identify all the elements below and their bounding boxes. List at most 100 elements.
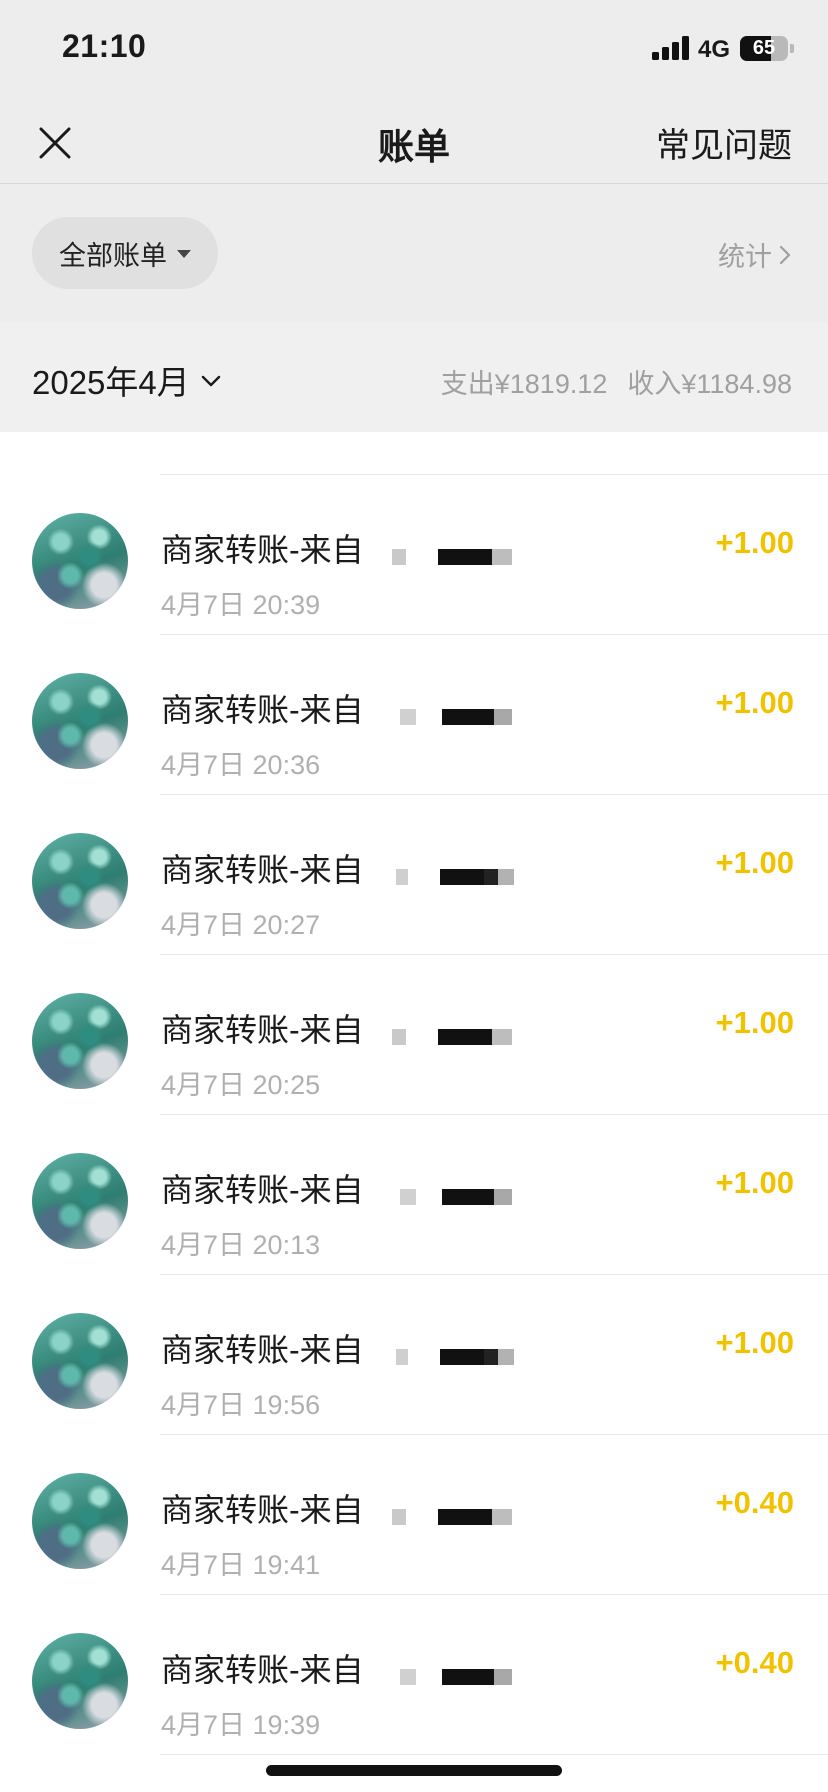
list-item[interactable]: 商家转账-来自 4月7日 20:39 +1.00 — [0, 475, 828, 635]
redacted-name-mosaic — [392, 525, 562, 569]
transaction-title: 商家转账-来自 — [161, 1012, 364, 1048]
avatar — [32, 1313, 128, 1409]
transaction-amount: +1.00 — [715, 685, 794, 720]
signal-icon — [652, 36, 692, 60]
mosaic-block — [484, 709, 494, 725]
avatar — [32, 513, 128, 609]
mosaic-block — [484, 1189, 494, 1205]
mosaic-block — [396, 869, 408, 885]
mosaic-block — [478, 1029, 492, 1045]
home-indicator[interactable] — [266, 1765, 562, 1776]
list-item[interactable]: 商家转账-来自 4月7日 20:25 +1.00 — [0, 955, 828, 1115]
battery-level: 65 — [752, 37, 776, 59]
transaction-amount: +1.00 — [715, 1165, 794, 1200]
avatar — [32, 993, 128, 1089]
mosaic-block — [400, 1189, 416, 1205]
month-summary-bar: 2025年4月 支出¥1819.12 收入¥1184.98 — [0, 322, 828, 432]
mosaic-block — [492, 1029, 512, 1045]
status-bar: 21:10 4G 65 — [0, 0, 828, 100]
transaction-time: 4月7日 20:13 — [161, 1230, 321, 1260]
transaction-time: 4月7日 19:56 — [161, 1390, 321, 1420]
mosaic-block — [494, 709, 512, 725]
close-icon[interactable] — [32, 120, 78, 166]
bill-screen: 21:10 4G 65 账单 常见问题 全部账单 统计 2025年4月 支出¥1… — [0, 0, 828, 1792]
bill-filter-label: 全部账单 — [59, 240, 167, 271]
mosaic-block — [438, 1509, 478, 1525]
avatar — [32, 673, 128, 769]
list-item[interactable]: 商家转账-来自 4月7日 20:36 +1.00 — [0, 635, 828, 795]
redacted-name-mosaic — [392, 1165, 562, 1209]
month-totals: 支出¥1819.12 收入¥1184.98 — [441, 362, 792, 401]
transaction-list: 商家转账-来自 4月7日 20:39 +1.00 商家转账-来自 4月7日 20… — [0, 267, 828, 1755]
transaction-title: 商家转账-来自 — [161, 532, 364, 568]
mosaic-block — [438, 1029, 478, 1045]
mosaic-block — [400, 1669, 416, 1685]
mosaic-block — [484, 1349, 498, 1365]
avatar — [32, 1153, 128, 1249]
income-total: 收入¥1184.98 — [627, 369, 792, 399]
avatar — [32, 833, 128, 929]
mosaic-block — [438, 549, 478, 565]
redacted-name-mosaic — [392, 1005, 562, 1049]
transaction-time: 4月7日 20:39 — [161, 590, 321, 620]
month-selector[interactable]: 2025年4月 — [32, 356, 222, 404]
mosaic-block — [494, 1669, 512, 1685]
transaction-time: 4月7日 20:27 — [161, 910, 321, 940]
mosaic-block — [494, 1189, 512, 1205]
faq-link[interactable]: 常见问题 — [656, 118, 792, 167]
expense-total: 支出¥1819.12 — [440, 369, 608, 399]
redacted-name-mosaic — [392, 1325, 562, 1369]
mosaic-block — [440, 1349, 484, 1365]
redacted-name-mosaic — [392, 1485, 562, 1529]
mosaic-block — [400, 709, 416, 725]
transaction-title: 商家转账-来自 — [161, 852, 364, 888]
transaction-time: 4月7日 20:25 — [161, 1070, 321, 1100]
mosaic-block — [442, 709, 484, 725]
mosaic-block — [396, 1349, 408, 1365]
list-item[interactable]: 商家转账-来自 4月7日 19:39 +0.40 — [0, 1595, 828, 1755]
transaction-title: 商家转账-来自 — [161, 1172, 364, 1208]
redacted-name-mosaic — [392, 1645, 562, 1689]
mosaic-block — [478, 1509, 492, 1525]
bill-filter-dropdown[interactable]: 全部账单 — [32, 217, 218, 289]
caret-down-icon — [177, 250, 191, 258]
nav-bar: 账单 常见问题 — [0, 100, 828, 184]
status-time: 21:10 — [62, 28, 147, 64]
mosaic-block — [442, 1189, 484, 1205]
list-item[interactable]: 商家转账-来自 4月7日 20:13 +1.00 — [0, 1115, 828, 1275]
chevron-down-icon — [201, 375, 220, 387]
mosaic-block — [440, 869, 484, 885]
transaction-amount: +0.40 — [715, 1485, 794, 1520]
transaction-time: 4月7日 20:36 — [161, 750, 321, 780]
mosaic-block — [492, 1509, 512, 1525]
mosaic-block — [498, 869, 514, 885]
mosaic-block — [392, 1029, 406, 1045]
battery-nub — [790, 44, 794, 53]
stats-label: 统计 — [718, 242, 772, 272]
avatar — [32, 1473, 128, 1569]
filter-row: 全部账单 统计 — [0, 185, 828, 320]
transaction-time: 4月7日 19:41 — [161, 1550, 321, 1580]
transaction-amount: +1.00 — [715, 1005, 794, 1040]
mosaic-block — [484, 869, 498, 885]
transaction-title: 商家转账-来自 — [161, 1332, 364, 1368]
transaction-amount: +0.40 — [715, 1645, 794, 1680]
list-item[interactable]: 商家转账-来自 4月7日 19:56 +1.00 — [0, 1275, 828, 1435]
transaction-title: 商家转账-来自 — [161, 692, 364, 728]
list-item[interactable]: 商家转账-来自 4月7日 20:27 +1.00 — [0, 795, 828, 955]
month-label: 2025年4月 — [32, 364, 190, 401]
mosaic-block — [498, 1349, 514, 1365]
transaction-amount: +1.00 — [715, 845, 794, 880]
battery-icon: 65 — [740, 36, 788, 61]
mosaic-block — [478, 549, 492, 565]
redacted-name-mosaic — [392, 685, 562, 729]
chevron-right-icon — [779, 245, 791, 264]
avatar — [32, 1633, 128, 1729]
transaction-title: 商家转账-来自 — [161, 1652, 364, 1688]
stats-link[interactable]: 统计 — [718, 235, 792, 274]
transaction-title: 商家转账-来自 — [161, 1492, 364, 1528]
list-item[interactable]: 商家转账-来自 4月7日 19:41 +0.40 — [0, 1435, 828, 1595]
network-type: 4G — [698, 36, 731, 63]
transaction-amount: +1.00 — [715, 525, 794, 560]
transaction-time: 4月7日 19:39 — [161, 1710, 321, 1740]
